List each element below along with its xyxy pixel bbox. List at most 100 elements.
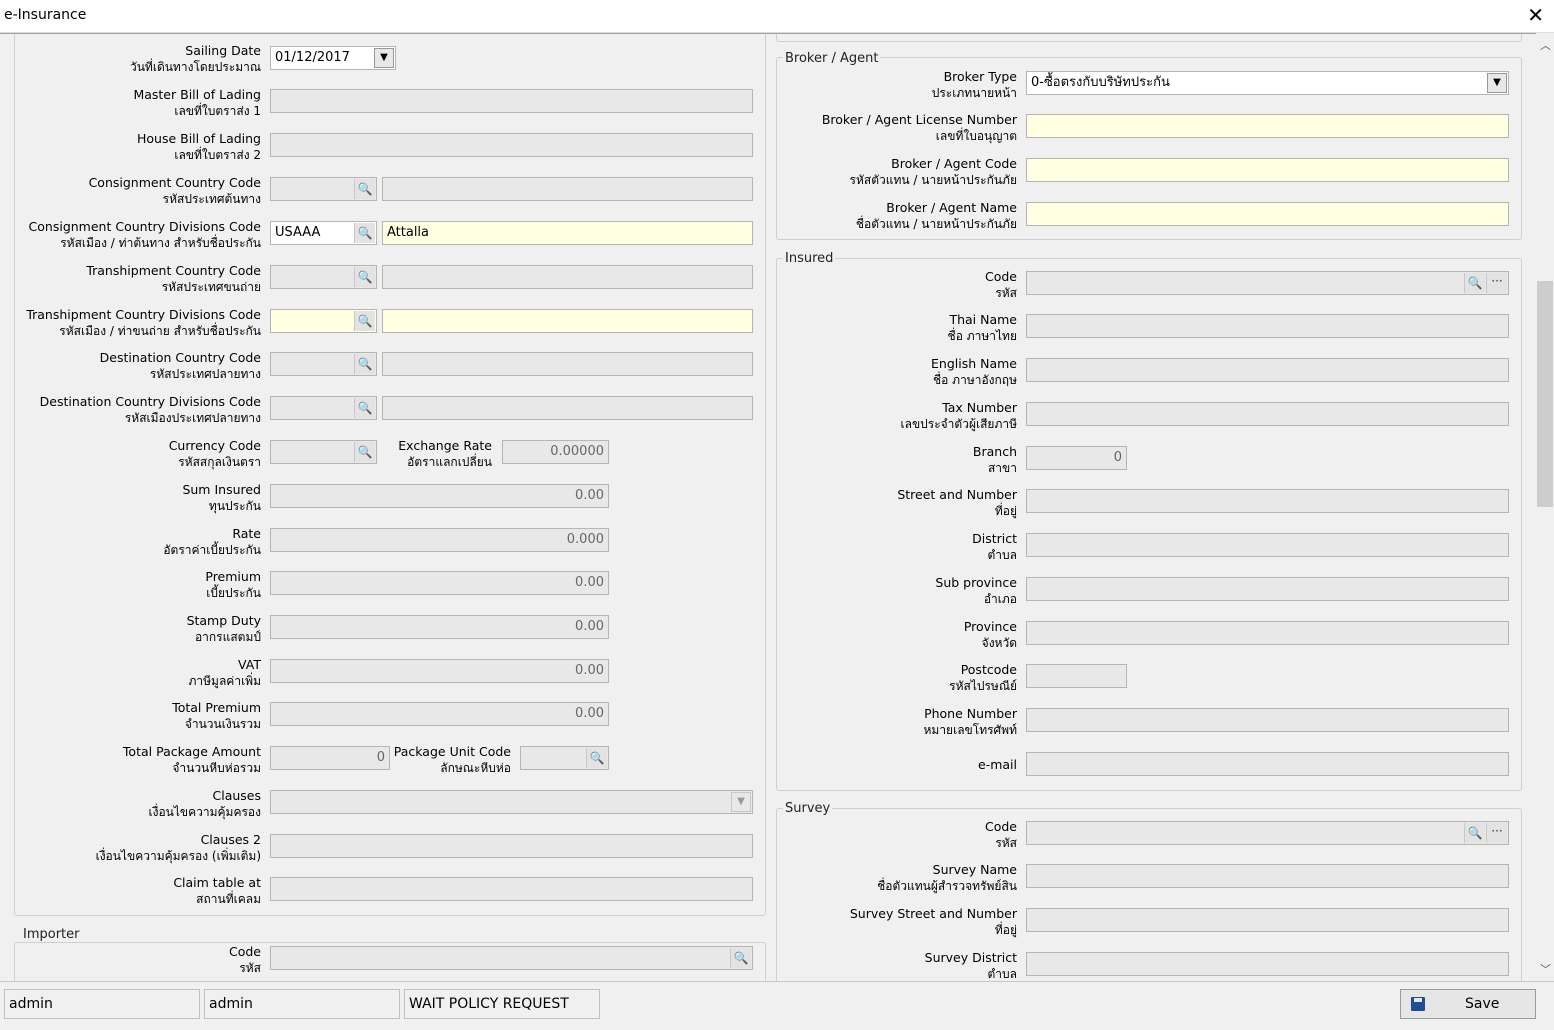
total-package-field[interactable]: 0 <box>270 746 390 770</box>
master-bl-field[interactable] <box>270 89 753 113</box>
house-bl-field[interactable] <box>270 133 753 157</box>
insured-postcode-field[interactable] <box>1026 664 1127 688</box>
broker-license-field[interactable] <box>1026 114 1509 138</box>
survey-street-label: Survey Street and Number ที่อยู่ <box>849 906 1017 937</box>
transhipment-divisions-code-field[interactable]: 🔍 <box>270 309 377 333</box>
lookup-icon[interactable]: 🔍 <box>354 223 375 243</box>
insured-code-field[interactable]: 🔍 ··· <box>1026 271 1509 295</box>
transhipment-divisions-name-field[interactable] <box>382 309 753 333</box>
insured-province-field[interactable] <box>1026 621 1509 645</box>
ellipsis-icon[interactable]: ··· <box>1486 823 1507 843</box>
transhipment-country-code-field[interactable]: 🔍 <box>270 265 377 289</box>
scroll-down-icon[interactable]: ﹀ <box>1540 961 1551 977</box>
total-premium-field[interactable]: 0.00 <box>270 702 609 726</box>
claim-table-field[interactable] <box>270 877 753 901</box>
exchange-rate-field[interactable]: 0.00000 <box>502 440 609 464</box>
lookup-icon[interactable]: 🔍 <box>354 354 375 374</box>
window-title: e-Insurance <box>4 7 87 23</box>
consignment-country-name-field[interactable] <box>382 177 753 201</box>
total-package-label: Total Package Amount จำนวนหีบห่อรวม <box>122 744 261 775</box>
destination-divisions-name-field[interactable] <box>382 396 753 420</box>
lookup-icon[interactable]: 🔍 <box>354 398 375 418</box>
broker-type-dropdown[interactable]: 0-ซื้อตรงกับบริษัทประกัน ▼ <box>1026 71 1509 95</box>
lookup-icon[interactable]: 🔍 <box>354 442 375 462</box>
clauses-dropdown[interactable]: ▼ <box>270 790 753 814</box>
insured-street-label: Street and Number ที่อยู่ <box>897 487 1017 518</box>
lookup-icon[interactable]: 🔍 <box>354 311 375 331</box>
insured-branch-field[interactable]: 0 <box>1026 446 1127 470</box>
importer-code-field[interactable]: 🔍 <box>270 946 753 970</box>
ellipsis-icon[interactable]: ··· <box>1486 273 1507 293</box>
lookup-icon[interactable]: 🔍 <box>586 748 607 768</box>
claim-table-label: Claim table at สถานที่เคลม <box>173 875 261 906</box>
lookup-icon[interactable]: 🔍 <box>1464 823 1485 843</box>
destination-divisions-code-field[interactable]: 🔍 <box>270 396 377 420</box>
package-unit-field[interactable]: 🔍 <box>520 746 609 770</box>
currency-code-field[interactable]: 🔍 <box>270 440 377 464</box>
clauses-label: Clauses เงื่อนไขความคุ้มครอง <box>148 788 262 819</box>
consignment-country-code-field[interactable]: 🔍 <box>270 177 377 201</box>
destination-country-name-field[interactable] <box>382 352 753 376</box>
close-icon[interactable]: ✕ <box>1527 3 1544 27</box>
broker-name-field[interactable] <box>1026 202 1509 226</box>
lookup-icon[interactable]: 🔍 <box>730 948 751 968</box>
destination-country-label: Destination Country Code รหัสประเทศปลายทา… <box>99 350 261 381</box>
scrollbar-thumb[interactable] <box>1537 281 1553 507</box>
status-user-field: admin <box>4 989 200 1019</box>
vat-field[interactable]: 0.00 <box>270 659 609 683</box>
house-bl-label: House Bill of Lading เลขที่ใบตราส่ง 2 <box>136 131 261 162</box>
dropdown-arrow-icon[interactable]: ▼ <box>731 792 751 812</box>
insured-branch-label: Branch สาขา <box>972 444 1017 475</box>
status-state-field: WAIT POLICY REQUEST <box>404 989 600 1019</box>
insured-english-name-field[interactable] <box>1026 358 1509 382</box>
broker-code-field[interactable] <box>1026 158 1509 182</box>
vertical-scrollbar[interactable]: ︿ ﹀ <box>1536 33 1554 981</box>
insured-district-field[interactable] <box>1026 533 1509 557</box>
insured-phone-field[interactable] <box>1026 708 1509 732</box>
insured-sub-province-field[interactable] <box>1026 577 1509 601</box>
destination-divisions-label: Destination Country Divisions Code รหัสเม… <box>39 394 261 425</box>
insured-street-field[interactable] <box>1026 489 1509 513</box>
sum-insured-label: Sum Insured ทุนประกัน <box>182 482 261 513</box>
rate-field[interactable]: 0.000 <box>270 528 609 552</box>
survey-code-label: Code รหัส <box>984 819 1017 850</box>
stamp-duty-field[interactable]: 0.00 <box>270 615 609 639</box>
vat-label: VAT ภาษีมูลค่าเพิ่ม <box>188 657 261 688</box>
destination-country-code-field[interactable]: 🔍 <box>270 352 377 376</box>
save-button[interactable]: Save <box>1400 989 1536 1019</box>
transhipment-divisions-label: Transhipment Country Divisions Code รหัสเ… <box>26 307 261 338</box>
consignment-divisions-label: Consignment Country Divisions Code รหัสเม… <box>28 219 261 250</box>
survey-district-field[interactable] <box>1026 952 1509 976</box>
consignment-divisions-name-field[interactable]: Attalla <box>382 221 753 245</box>
dropdown-arrow-icon[interactable]: ▼ <box>374 48 394 68</box>
insured-tax-number-field[interactable] <box>1026 402 1509 426</box>
scroll-up-icon[interactable]: ︿ <box>1540 37 1551 53</box>
survey-name-field[interactable] <box>1026 864 1509 888</box>
broker-type-label: Broker Type ประเภทนายหน้า <box>931 69 1017 100</box>
currency-label: Currency Code รหัสสกุลเงินตรา <box>168 438 261 469</box>
lookup-icon[interactable]: 🔍 <box>354 179 375 199</box>
insured-group-title: Insured <box>783 251 836 266</box>
premium-field[interactable]: 0.00 <box>270 571 609 595</box>
dropdown-arrow-icon[interactable]: ▼ <box>1487 73 1507 93</box>
broker-license-label: Broker / Agent License Number เลขที่ใบอนุ… <box>821 112 1017 143</box>
lookup-icon[interactable]: 🔍 <box>354 267 375 287</box>
insured-thai-name-field[interactable] <box>1026 314 1509 338</box>
insured-email-field[interactable] <box>1026 752 1509 776</box>
sailing-date-label: Sailing Date วันที่เดินทางโดยประมาณ <box>129 43 261 74</box>
transhipment-country-name-field[interactable] <box>382 265 753 289</box>
title-bar: e-Insurance ✕ <box>0 0 1554 33</box>
consignment-divisions-code-field[interactable]: USAAA 🔍 <box>270 221 377 245</box>
importer-code-label: Code รหัส <box>228 944 261 975</box>
sum-insured-field[interactable]: 0.00 <box>270 484 609 508</box>
survey-code-field[interactable]: 🔍 ··· <box>1026 821 1509 845</box>
clauses2-field[interactable] <box>270 834 753 858</box>
broker-name-label: Broker / Agent Name ชื่อตัวแทน / นายหน้าป… <box>855 200 1017 231</box>
lookup-icon[interactable]: 🔍 <box>1464 273 1485 293</box>
insured-province-label: Province จังหวัด <box>963 619 1017 650</box>
clauses2-label: Clauses 2 เงื่อนไขความคุ้มครอง (เพิ่มเติม… <box>95 832 261 863</box>
status-bar: admin admin WAIT POLICY REQUEST Save <box>0 981 1554 1030</box>
sailing-date-field[interactable]: 01/12/2017 ▼ <box>270 46 396 70</box>
insured-phone-label: Phone Number หมายเลขโทรศัพท์ <box>923 706 1018 737</box>
survey-street-field[interactable] <box>1026 908 1509 932</box>
